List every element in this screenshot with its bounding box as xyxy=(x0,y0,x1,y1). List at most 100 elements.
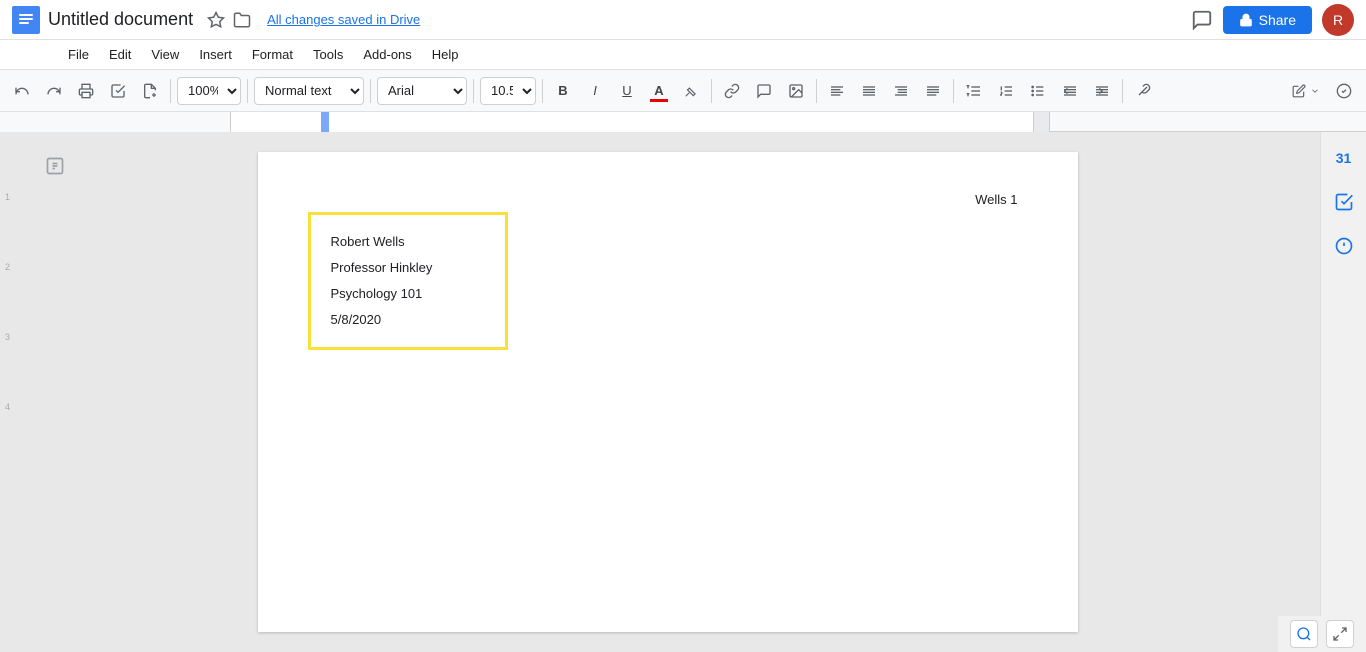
comment-icon xyxy=(756,83,772,99)
redo-icon xyxy=(46,83,62,99)
style-select[interactable]: Normal text xyxy=(254,77,364,105)
italic-button[interactable]: I xyxy=(581,77,609,105)
spell-check-toggle[interactable] xyxy=(1330,77,1358,105)
separator-6 xyxy=(711,79,712,103)
outline-icon xyxy=(45,156,65,176)
linespacing-icon xyxy=(966,83,982,99)
save-status[interactable]: All changes saved in Drive xyxy=(267,12,420,27)
expand-button[interactable] xyxy=(1326,620,1354,648)
underline-button[interactable]: U xyxy=(613,77,641,105)
align-center-button[interactable] xyxy=(855,77,883,105)
menu-insert[interactable]: Insert xyxy=(191,43,240,66)
checkmark-circle-icon xyxy=(1336,83,1352,99)
folder-icon[interactable] xyxy=(233,11,251,29)
header-box[interactable]: Robert Wells Professor Hinkley Psycholog… xyxy=(308,212,508,350)
ordered-list-button[interactable] xyxy=(992,77,1020,105)
ruler-inner xyxy=(230,112,1050,132)
redo-button[interactable] xyxy=(40,77,68,105)
doc-title[interactable]: Untitled document xyxy=(48,9,193,30)
tasks-sidebar-btn[interactable] xyxy=(1328,186,1360,218)
font-select[interactable]: Arial xyxy=(377,77,467,105)
right-margin-marker xyxy=(1033,112,1049,132)
separator-5 xyxy=(542,79,543,103)
separator-7 xyxy=(816,79,817,103)
separator-1 xyxy=(170,79,171,103)
separator-4 xyxy=(473,79,474,103)
link-button[interactable] xyxy=(718,77,746,105)
highlight-icon xyxy=(684,84,698,98)
image-icon xyxy=(788,83,804,99)
spellcheck-button[interactable] xyxy=(104,77,132,105)
title-bar: Untitled document All changes saved in D… xyxy=(0,0,1366,40)
calendar-sidebar-btn[interactable]: 31 xyxy=(1328,142,1360,174)
user-avatar[interactable]: R xyxy=(1322,4,1354,36)
print-icon xyxy=(78,83,94,99)
zoom-select[interactable]: 100% xyxy=(177,77,241,105)
decrease-indent-icon xyxy=(1062,83,1078,99)
menu-view[interactable]: View xyxy=(143,43,187,66)
highlight-button[interactable] xyxy=(677,77,705,105)
paint-icon xyxy=(142,83,158,99)
link-icon xyxy=(724,83,740,99)
menu-file[interactable]: File xyxy=(60,43,97,66)
ruler-mark-3: 3 xyxy=(5,332,10,342)
title-bar-left: Untitled document All changes saved in D… xyxy=(12,6,1191,34)
bold-button[interactable]: B xyxy=(549,77,577,105)
star-icon[interactable] xyxy=(207,11,225,29)
comment-button[interactable] xyxy=(750,77,778,105)
justify-icon xyxy=(925,83,941,99)
increase-indent-button[interactable] xyxy=(1088,77,1116,105)
text-color-button[interactable]: A xyxy=(645,77,673,105)
undo-icon xyxy=(14,83,30,99)
separator-3 xyxy=(370,79,371,103)
toolbar: 100% Normal text Arial 10.5 B I U A xyxy=(0,70,1366,112)
page-area: Wells 1 Robert Wells Professor Hinkley P… xyxy=(15,132,1320,652)
clear-formatting-icon xyxy=(1135,83,1151,99)
clear-formatting-button[interactable] xyxy=(1129,77,1157,105)
align-right-icon xyxy=(893,83,909,99)
expand-icon xyxy=(1332,626,1348,642)
decrease-indent-button[interactable] xyxy=(1056,77,1084,105)
date: 5/8/2020 xyxy=(331,307,485,333)
image-button[interactable] xyxy=(782,77,810,105)
share-button[interactable]: Share xyxy=(1223,6,1312,34)
ruler xyxy=(0,112,1366,132)
menu-addons[interactable]: Add-ons xyxy=(355,43,419,66)
document-page: Wells 1 Robert Wells Professor Hinkley P… xyxy=(258,152,1078,632)
print-button[interactable] xyxy=(72,77,100,105)
align-left-icon xyxy=(829,83,845,99)
unordered-list-button[interactable] xyxy=(1024,77,1052,105)
menu-tools[interactable]: Tools xyxy=(305,43,351,66)
spellcheck-icon xyxy=(110,83,126,99)
keep-sidebar-btn[interactable] xyxy=(1328,230,1360,262)
lock-icon xyxy=(1239,13,1253,27)
align-center-icon xyxy=(861,83,877,99)
menu-edit[interactable]: Edit xyxy=(101,43,139,66)
keep-icon xyxy=(1334,236,1354,256)
main-area: 1 2 3 4 Wells 1 Robert Wells Professor H… xyxy=(0,132,1366,652)
author-name: Robert Wells xyxy=(331,229,485,255)
ruler-mark-2: 2 xyxy=(5,262,10,272)
docs-logo-icon xyxy=(12,6,40,34)
align-right-button[interactable] xyxy=(887,77,915,105)
outline-panel[interactable] xyxy=(45,156,65,181)
page-number: Wells 1 xyxy=(975,192,1017,207)
ordered-list-icon xyxy=(998,83,1014,99)
menu-bar: File Edit View Insert Format Tools Add-o… xyxy=(0,40,1366,70)
editing-mode-button[interactable] xyxy=(1286,77,1326,105)
separator-2 xyxy=(247,79,248,103)
paint-format-button[interactable] xyxy=(136,77,164,105)
justify-button[interactable] xyxy=(919,77,947,105)
menu-help[interactable]: Help xyxy=(424,43,467,66)
fontsize-select[interactable]: 10.5 xyxy=(480,77,536,105)
title-bar-right: Share R xyxy=(1191,4,1354,36)
course-name: Psychology 101 xyxy=(331,281,485,307)
align-left-button[interactable] xyxy=(823,77,851,105)
explore-button[interactable] xyxy=(1290,620,1318,648)
chat-icon[interactable] xyxy=(1191,9,1213,31)
menu-format[interactable]: Format xyxy=(244,43,301,66)
bottom-bar xyxy=(1278,616,1366,652)
undo-button[interactable] xyxy=(8,77,36,105)
line-spacing-button[interactable] xyxy=(960,77,988,105)
unordered-list-icon xyxy=(1030,83,1046,99)
